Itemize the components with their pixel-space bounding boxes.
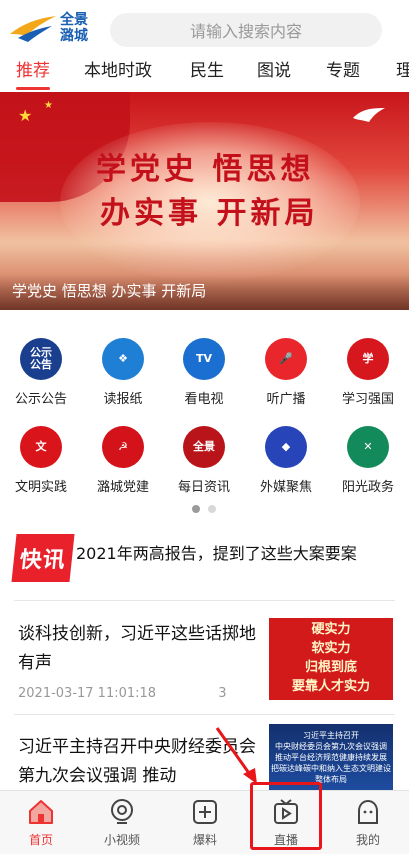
camera-icon bbox=[107, 797, 137, 827]
party-emblem-icon: ☭ bbox=[102, 426, 144, 468]
flash-news[interactable]: 快讯 2021年两高报告，提到了这些大案要案 bbox=[11, 534, 394, 582]
logo-text-bottom: 潞城 bbox=[60, 28, 88, 44]
tab-photo-stories[interactable]: 图说 bbox=[257, 56, 291, 92]
search-placeholder: 请输入搜索内容 bbox=[189, 22, 302, 41]
microphone-icon: 🎤 bbox=[265, 338, 307, 380]
shortcut-xuexi[interactable]: 学学习强国 bbox=[328, 338, 408, 407]
tv-icon: TV bbox=[183, 338, 225, 380]
shortcut-label: 阳光政务 bbox=[341, 480, 394, 495]
news-thumbnail[interactable]: 习近平主持召开 中央财经委员会第九次会议强调 推动平台经济规范健康持续发展 把碳… bbox=[269, 724, 393, 790]
sunshine-gov-icon: ✕ bbox=[347, 426, 389, 468]
notice-icon: 公示 公告 bbox=[20, 338, 62, 380]
tab-local-politics[interactable]: 本地时政 bbox=[84, 56, 152, 92]
category-tabs: 推荐 本地时政 民生 图说 专题 理 bbox=[0, 56, 409, 92]
shortcut-label: 听广播 bbox=[266, 392, 306, 407]
app-header: 全景 潞城 请输入搜索内容 bbox=[0, 0, 409, 56]
pager-dot[interactable] bbox=[208, 505, 216, 513]
pager-dot-active[interactable] bbox=[192, 505, 200, 513]
tab-special[interactable]: 专题 bbox=[326, 56, 360, 92]
logo-wing-icon bbox=[10, 16, 56, 42]
nav-label: 小视频 bbox=[103, 833, 140, 847]
nav-mine[interactable]: 我的 bbox=[336, 795, 400, 848]
tab-theory[interactable]: 理 bbox=[396, 56, 409, 92]
nav-label: 我的 bbox=[355, 833, 380, 847]
search-input[interactable]: 请输入搜索内容 bbox=[110, 13, 382, 47]
shortcut-civilization[interactable]: 文文明实践 bbox=[1, 426, 81, 495]
shortcut-label: 每日资讯 bbox=[177, 480, 230, 495]
plus-box-icon bbox=[190, 797, 220, 827]
thumb-line: 中央财经委员会第九次会议强调 bbox=[275, 742, 387, 751]
arrow-annotation-icon bbox=[215, 727, 257, 784]
home-icon bbox=[26, 797, 56, 827]
shortcut-label: 公示公告 bbox=[14, 392, 67, 407]
dropbox-icon: ❖ bbox=[102, 338, 144, 380]
thumb-line: 要靠人才实力 bbox=[291, 679, 370, 694]
banner-carousel[interactable]: ★ ★ 学党史 悟思想 办实事 开新局 学党史 悟思想 办实事 开新局 bbox=[0, 92, 409, 310]
civilization-icon: 文 bbox=[20, 426, 62, 468]
nav-label: 爆料 bbox=[192, 833, 217, 847]
news-comment-count: 3 bbox=[218, 686, 227, 701]
shortcut-sunshine-gov[interactable]: ✕ 阳光政务 bbox=[328, 426, 408, 495]
shortcut-label: 外媒聚焦 bbox=[259, 480, 312, 495]
nav-label: 首页 bbox=[28, 833, 53, 847]
news-thumbnail[interactable]: 硬实力 软实力 归根到底 要靠人才实力 bbox=[269, 618, 393, 700]
thumb-line: 硬实力 bbox=[311, 622, 351, 637]
app-logo[interactable]: 全景 潞城 bbox=[8, 12, 90, 46]
shortcut-party-emblem[interactable]: ☭ 潞城党建 bbox=[83, 426, 163, 495]
live-tab-highlight-box bbox=[250, 782, 322, 850]
nav-home[interactable]: 首页 bbox=[9, 795, 73, 848]
thumb-line: 软实力 bbox=[311, 641, 351, 656]
shortcut-label: 文明实践 bbox=[14, 480, 67, 495]
shortcut-microphone[interactable]: 🎤 听广播 bbox=[246, 338, 326, 407]
dove-icon bbox=[353, 108, 385, 122]
daily-news-icon: 全景 bbox=[183, 426, 225, 468]
tab-recommend[interactable]: 推荐 bbox=[16, 56, 50, 92]
star-icon: ★ bbox=[44, 100, 53, 111]
star-icon: ★ bbox=[18, 106, 33, 125]
banner-slogan-line1: 学党史 悟思想 bbox=[96, 152, 315, 187]
nav-short-video[interactable]: 小视频 bbox=[90, 795, 154, 848]
shortcut-daily-news[interactable]: 全景 每日资讯 bbox=[164, 426, 244, 495]
shortcut-label: 看电视 bbox=[184, 392, 224, 407]
shortcut-label: 读报纸 bbox=[103, 392, 143, 407]
shortcut-cube[interactable]: ◆ 外媒聚焦 bbox=[246, 426, 326, 495]
nav-tip-off[interactable]: 爆料 bbox=[173, 795, 237, 848]
logo-text-top: 全景 bbox=[60, 12, 88, 28]
shortcut-tv[interactable]: TV 看电视 bbox=[164, 338, 244, 407]
shortcut-notice[interactable]: 公示 公告 公示公告 bbox=[1, 338, 81, 407]
shortcut-label: 潞城党建 bbox=[96, 480, 149, 495]
thumb-line: 习近平主持召开 bbox=[303, 731, 359, 740]
flash-badge: 快讯 bbox=[11, 534, 75, 582]
divider bbox=[14, 600, 395, 601]
xuexi-icon: 学 bbox=[347, 338, 389, 380]
thumb-line: 归根到底 bbox=[304, 660, 357, 675]
cube-icon: ◆ bbox=[265, 426, 307, 468]
banner-caption-bar: 学党史 悟思想 办实事 开新局 bbox=[0, 274, 409, 310]
banner-slogan-line2: 办实事 开新局 bbox=[100, 196, 319, 231]
shortcut-label: 学习强国 bbox=[341, 392, 394, 407]
flash-text: 2021年两高报告，提到了这些大案要案 bbox=[76, 544, 357, 563]
bottom-tab-bar: 首页 小视频 爆料 直播 我的 bbox=[0, 790, 409, 854]
news-title: 谈科技创新，习近平这些话掷地有声 bbox=[18, 624, 256, 673]
profile-icon bbox=[353, 797, 383, 827]
thumb-line: 推动平台经济规范健康持续发展 bbox=[275, 753, 387, 762]
news-date: 2021-03-17 11:01:18 bbox=[18, 686, 157, 701]
banner-caption: 学党史 悟思想 办实事 开新局 bbox=[12, 282, 207, 300]
divider bbox=[14, 714, 395, 715]
tab-livelihood[interactable]: 民生 bbox=[190, 56, 224, 92]
grid-pager bbox=[192, 505, 218, 513]
shortcut-dropbox[interactable]: ❖ 读报纸 bbox=[83, 338, 163, 407]
